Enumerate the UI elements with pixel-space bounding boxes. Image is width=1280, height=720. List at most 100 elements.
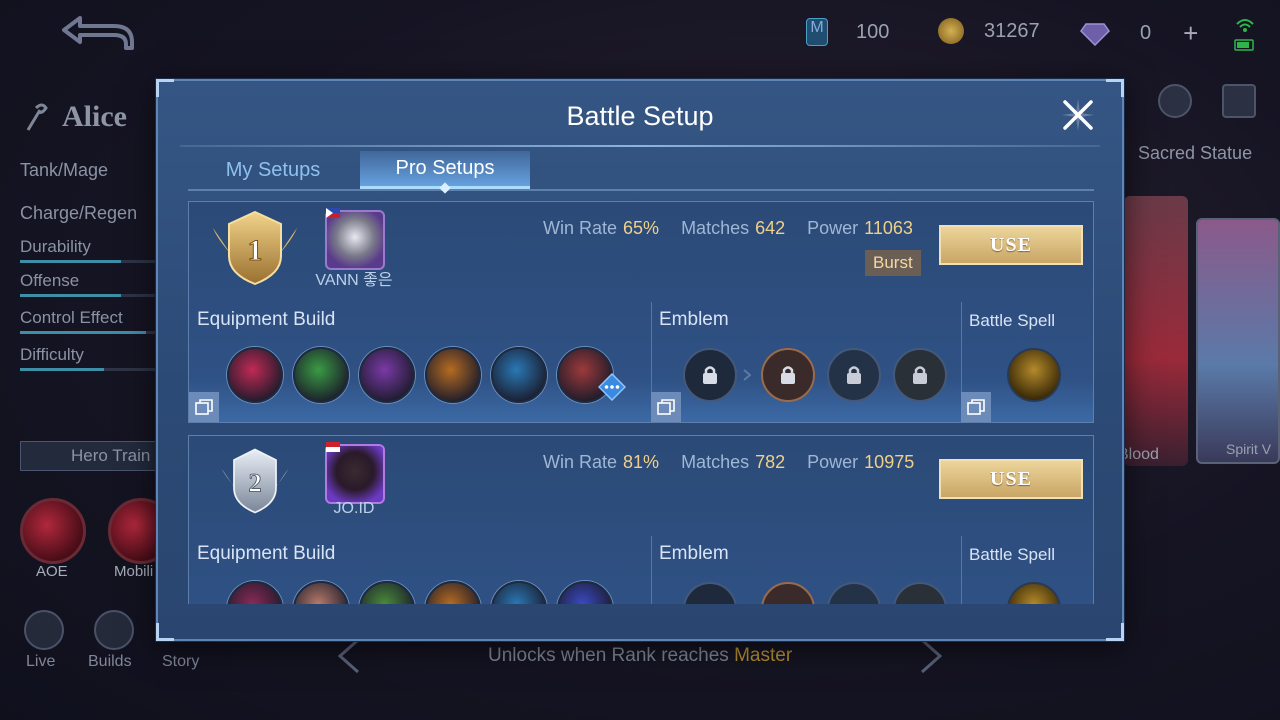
pro-setup-card: 1 VANN 좋은 Win Rate 65% Matches 642 Power 11… xyxy=(188,201,1094,423)
diamond-icon xyxy=(1080,22,1110,46)
gold-coin-icon xyxy=(938,18,964,44)
emblem-arrow-icon xyxy=(743,369,751,381)
close-icon[interactable] xyxy=(1060,97,1096,133)
talent-icon[interactable] xyxy=(893,582,947,604)
stat-label-control: Control Effect xyxy=(20,308,123,327)
corner-ornament xyxy=(156,79,174,97)
emblem-label: Emblem xyxy=(659,543,729,564)
back-arrow-icon[interactable] xyxy=(58,12,136,54)
wifi-battery-icon xyxy=(1234,19,1254,51)
talent-icon[interactable] xyxy=(761,582,815,604)
setup-stats: Win Rate 81% Matches 782 Power 10975 xyxy=(543,452,915,472)
stat-bar-durability xyxy=(20,260,160,263)
rank-1-badge-icon: 1 xyxy=(213,210,297,286)
builds-icon[interactable] xyxy=(94,610,134,650)
equipment-item[interactable] xyxy=(359,347,415,403)
sound-icon[interactable] xyxy=(1158,84,1192,118)
gold-value: 31267 xyxy=(984,19,1040,42)
equipment-item[interactable] xyxy=(425,347,481,403)
equipment-item[interactable] xyxy=(293,581,349,604)
skin-card-spirit[interactable] xyxy=(1196,218,1280,464)
stat-bar-difficulty xyxy=(20,368,160,371)
svg-text:2: 2 xyxy=(248,469,261,498)
nav-live[interactable]: Live xyxy=(26,653,55,671)
battle-spell-icon[interactable] xyxy=(1007,348,1061,402)
more-items-icon[interactable] xyxy=(598,373,626,401)
stat-bar-offense xyxy=(20,294,160,297)
emblem-icon[interactable] xyxy=(683,582,737,604)
hero-specialty: Charge/Regen xyxy=(20,203,138,223)
active-tab-indicator xyxy=(439,182,451,194)
section-divider xyxy=(651,536,652,604)
copy-equipment-icon[interactable] xyxy=(189,392,219,422)
use-setup-button[interactable]: USE xyxy=(939,225,1083,265)
player-avatar[interactable] xyxy=(325,210,385,270)
skill-aoe-icon[interactable] xyxy=(20,498,86,564)
tab-my-setups[interactable]: My Setups xyxy=(188,151,358,189)
nav-story[interactable]: Story xyxy=(162,653,199,671)
battle-spell-label: Battle Spell xyxy=(969,311,1055,330)
equipment-item[interactable] xyxy=(227,347,283,403)
setup-tabs: My Setups Pro Setups xyxy=(188,151,1094,194)
sacred-statue-tab[interactable]: Sacred Statue xyxy=(1138,143,1252,164)
setup-stats: Win Rate 65% Matches 642 Power 11063 xyxy=(543,218,913,238)
power-value: 10975 xyxy=(864,452,915,472)
emblem-lock-icon[interactable] xyxy=(683,348,737,402)
equipment-item[interactable] xyxy=(359,581,415,604)
stat-label-difficulty: Difficulty xyxy=(20,345,84,364)
hero-training-button[interactable]: Hero Train xyxy=(20,441,170,471)
matches-value: 642 xyxy=(755,218,786,238)
player-avatar[interactable] xyxy=(325,444,385,504)
copy-emblem-icon[interactable] xyxy=(651,392,681,422)
ticket-value: 100 xyxy=(856,20,890,43)
talent-lock-icon[interactable] xyxy=(761,348,815,402)
setup-list[interactable]: 1 VANN 좋은 Win Rate 65% Matches 642 Power 11… xyxy=(188,201,1094,604)
add-currency-icon[interactable]: + xyxy=(1183,18,1198,49)
modal-title: Battle Setup xyxy=(566,101,714,131)
ticket-icon: M xyxy=(806,18,828,46)
stat-label-offense: Offense xyxy=(20,271,80,290)
next-arrow-icon[interactable] xyxy=(918,638,944,674)
section-divider xyxy=(961,536,962,604)
gold-counter: 31267 xyxy=(938,18,1040,44)
equipment-item[interactable] xyxy=(293,347,349,403)
emblem-label: Emblem xyxy=(659,309,729,330)
equipment-item[interactable] xyxy=(425,581,481,604)
skill-label-aoe: AOE xyxy=(36,563,68,580)
hero-name: Alice xyxy=(62,100,127,133)
stat-bar-control xyxy=(20,331,160,334)
svg-text:1: 1 xyxy=(248,234,263,267)
prev-arrow-icon[interactable] xyxy=(336,638,362,674)
hero-role: Tank/Mage xyxy=(20,160,109,180)
stat-label-durability: Durability xyxy=(20,237,91,256)
copy-spell-icon[interactable] xyxy=(961,392,991,422)
talent-icon[interactable] xyxy=(827,582,881,604)
equipment-label: Equipment Build xyxy=(197,543,336,564)
hero-header: Alice xyxy=(24,100,127,134)
indonesia-flag-icon xyxy=(326,442,340,452)
unlock-text: Unlocks when Rank reaches Master xyxy=(488,645,793,666)
nav-builds[interactable]: Builds xyxy=(88,653,132,671)
fullscreen-icon[interactable] xyxy=(1222,84,1256,118)
equipment-item[interactable] xyxy=(491,581,547,604)
mage-role-icon xyxy=(26,103,48,131)
corner-ornament xyxy=(1106,79,1124,97)
equipment-item[interactable] xyxy=(557,581,613,604)
skin-card-blood[interactable] xyxy=(1124,196,1188,466)
talent-lock-icon[interactable] xyxy=(827,348,881,402)
live-icon[interactable] xyxy=(24,610,64,650)
equipment-item[interactable] xyxy=(491,347,547,403)
matches-value: 782 xyxy=(755,452,786,472)
win-rate-value: 65% xyxy=(623,218,660,238)
talent-lock-icon[interactable] xyxy=(893,348,947,402)
battle-spell-label: Battle Spell xyxy=(969,545,1055,564)
equipment-label: Equipment Build xyxy=(197,309,336,330)
player-name: VANN 좋은 xyxy=(315,272,393,289)
corner-ornament xyxy=(156,623,174,641)
title-divider xyxy=(180,145,1100,147)
use-setup-button[interactable]: USE xyxy=(939,459,1083,499)
equipment-item[interactable] xyxy=(227,581,283,604)
tab-pro-setups[interactable]: Pro Setups xyxy=(360,151,530,194)
battle-spell-icon[interactable] xyxy=(1007,582,1061,604)
rank-2-badge-icon: 2 xyxy=(221,448,289,514)
